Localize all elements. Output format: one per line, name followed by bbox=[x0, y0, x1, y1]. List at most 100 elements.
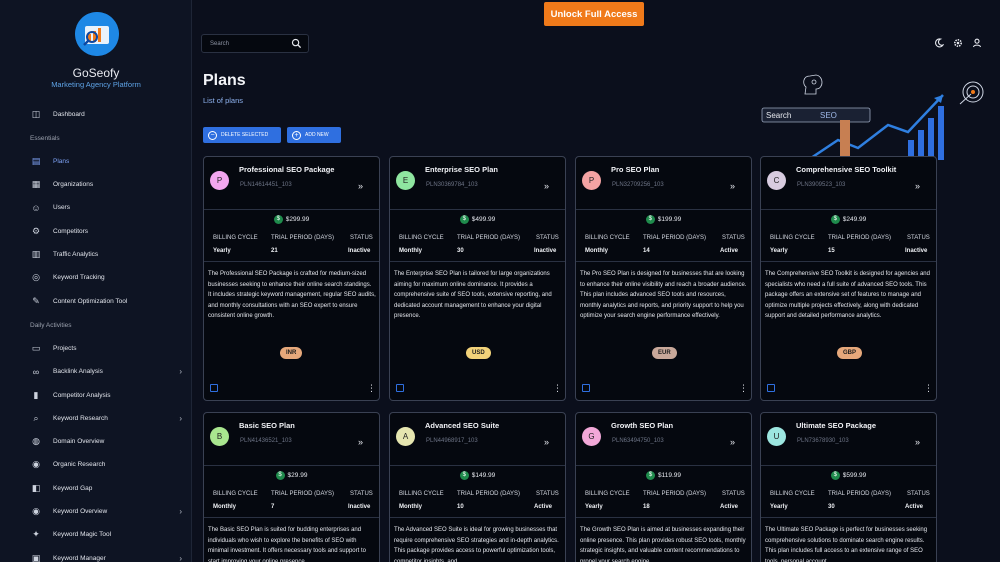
settings-icon[interactable] bbox=[952, 37, 964, 49]
chevron-right-icon[interactable]: › bbox=[179, 554, 182, 562]
status-label: STATUS bbox=[350, 491, 373, 497]
sidebar-item-keyword-magic-tool[interactable]: ✦ Keyword Magic Tool bbox=[30, 527, 190, 543]
sidebar-item-keyword-manager[interactable]: ▣ Keyword Manager › bbox=[30, 550, 190, 562]
more-options-icon[interactable]: ⋮ bbox=[367, 384, 376, 393]
sidebar-item-content-optimization-tool[interactable]: ✎ Content Optimization Tool bbox=[30, 293, 190, 309]
dollar-icon: $ bbox=[830, 471, 840, 480]
select-checkbox[interactable] bbox=[396, 384, 404, 392]
divider bbox=[576, 209, 751, 210]
expand-icon[interactable]: » bbox=[544, 181, 549, 191]
sidebar-item-keyword-gap[interactable]: ◧ Keyword Gap bbox=[30, 480, 190, 496]
illustration-search-text: Search bbox=[766, 111, 791, 120]
user-profile-icon[interactable] bbox=[971, 37, 983, 49]
expand-icon[interactable]: » bbox=[544, 437, 549, 447]
delete-selected-button[interactable]: − DELETE SELECTED bbox=[203, 127, 281, 143]
plan-card[interactable]: P Professional SEO Package PLN14614451_103… bbox=[203, 156, 380, 401]
sidebar-item-label: Competitors bbox=[53, 227, 89, 235]
tracking-icon: ◎ bbox=[32, 272, 40, 283]
plan-name: Professional SEO Package bbox=[239, 165, 335, 174]
sidebar-item-organizations[interactable]: ▦ Organizations bbox=[30, 177, 190, 193]
plan-name: Basic SEO Plan bbox=[239, 421, 295, 430]
gap-icon: ◧ bbox=[31, 482, 41, 493]
sidebar-item-organic-research[interactable]: ◉ Organic Research bbox=[30, 457, 190, 473]
plan-name: Comprehensive SEO Toolkit bbox=[796, 165, 897, 174]
sidebar-item-projects[interactable]: ▭ Projects bbox=[30, 340, 190, 356]
dollar-icon: $ bbox=[273, 215, 283, 224]
plan-name: Growth SEO Plan bbox=[611, 421, 674, 430]
sidebar-item-traffic-analytics[interactable]: ▥ Traffic Analytics bbox=[30, 247, 190, 263]
trial-period-label: TRIAL PERIOD (DAYS) bbox=[457, 235, 521, 241]
billing-cycle-label: BILLING CYCLE bbox=[213, 235, 258, 241]
select-checkbox[interactable] bbox=[767, 384, 775, 392]
plan-price-value: $499.99 bbox=[471, 216, 496, 224]
plan-code: PLN41436521_103 bbox=[240, 438, 292, 444]
unlock-full-access-button[interactable]: Unlock Full Access bbox=[544, 2, 644, 26]
sidebar-item-dashboard[interactable]: ◫ Dashboard bbox=[30, 106, 190, 122]
status-label: STATUS bbox=[907, 235, 930, 241]
sidebar-item-keyword-tracking[interactable]: ◎ Keyword Tracking bbox=[30, 270, 190, 286]
plan-card[interactable]: C Comprehensive SEO Toolkit PLN3909523_103… bbox=[760, 156, 937, 401]
status-value: Inactive bbox=[348, 248, 371, 254]
plan-avatar: P bbox=[582, 171, 601, 190]
chevron-right-icon[interactable]: › bbox=[179, 367, 182, 376]
dark-mode-icon[interactable] bbox=[933, 37, 945, 49]
billing-cycle-label: BILLING CYCLE bbox=[770, 491, 815, 497]
expand-icon[interactable]: » bbox=[915, 437, 920, 447]
plan-price-value: $119.99 bbox=[657, 472, 681, 480]
sidebar-item-keyword-overview[interactable]: ◉ Keyword Overview › bbox=[30, 504, 190, 520]
globe-icon: ◍ bbox=[32, 436, 40, 447]
brand-name: GoSeofy bbox=[72, 66, 120, 80]
more-options-icon[interactable]: ⋮ bbox=[739, 384, 748, 393]
plan-card[interactable]: A Advanced SEO Suite PLN44968917_103 » $ $149… bbox=[389, 412, 566, 562]
sidebar-item-plans[interactable]: ▤ Plans bbox=[30, 153, 190, 169]
expand-icon[interactable]: » bbox=[730, 181, 735, 191]
sidebar-item-keyword-research[interactable]: ⌕ Keyword Research › bbox=[30, 410, 190, 426]
sidebar-item-domain-overview[interactable]: ◍ Domain Overview bbox=[30, 434, 190, 450]
sidebar-item-users[interactable]: ☺ Users bbox=[30, 200, 190, 216]
expand-icon[interactable]: » bbox=[358, 181, 363, 191]
select-checkbox[interactable] bbox=[582, 384, 590, 392]
trial-period-value: 30 bbox=[457, 248, 464, 254]
search-input[interactable]: Search bbox=[201, 34, 309, 53]
chevron-right-icon[interactable]: › bbox=[179, 414, 182, 423]
search-icon: ⌕ bbox=[33, 412, 39, 423]
eye-icon: ◉ bbox=[32, 506, 40, 516]
plan-price: $ $149.99 bbox=[390, 471, 565, 480]
more-options-icon[interactable]: ⋮ bbox=[553, 384, 562, 393]
plan-price-value: $199.99 bbox=[657, 216, 682, 224]
trial-period-label: TRIAL PERIOD (DAYS) bbox=[271, 491, 335, 497]
search-icon[interactable] bbox=[291, 38, 302, 49]
trial-period-value: 30 bbox=[828, 504, 835, 510]
page-title: Plans bbox=[203, 72, 246, 89]
expand-icon[interactable]: » bbox=[358, 437, 363, 447]
sidebar-item-label: Plans bbox=[53, 157, 70, 165]
currency-badge: GBP bbox=[837, 347, 863, 359]
add-new-button[interactable]: + ADD NEW bbox=[287, 127, 341, 143]
billing-cycle-value: Yearly bbox=[585, 504, 603, 510]
plan-card[interactable]: G Growth SEO Plan PLN63494750_103 » $ $119.99… bbox=[575, 412, 752, 562]
plan-price: $ $249.99 bbox=[761, 215, 936, 224]
sidebar-item-competitors[interactable]: ⚙ Competitors bbox=[30, 223, 190, 239]
trial-period-value: 7 bbox=[271, 504, 275, 510]
select-checkbox[interactable] bbox=[210, 384, 218, 392]
plan-card[interactable]: B Basic SEO Plan PLN41436521_103 » $ $29.99 BI… bbox=[203, 412, 380, 562]
brand-logo[interactable] bbox=[75, 12, 119, 56]
sidebar-item-backlink-analysis[interactable]: ∞ Backlink Analysis › bbox=[30, 364, 190, 380]
plan-card[interactable]: U Ultimate SEO Package PLN73678930_103 » $ $5… bbox=[760, 412, 937, 562]
expand-icon[interactable]: » bbox=[915, 181, 920, 191]
status-label: STATUS bbox=[722, 235, 745, 241]
trial-period-value: 15 bbox=[828, 248, 835, 254]
plan-card[interactable]: P Pro SEO Plan PLN32709256_103 » $ $199.99 BIL… bbox=[575, 156, 752, 401]
divider bbox=[576, 517, 751, 518]
more-options-icon[interactable]: ⋮ bbox=[924, 384, 933, 393]
sidebar-item-competitor-analysis[interactable]: ▮ Competitor Analysis bbox=[30, 387, 190, 403]
chevron-right-icon[interactable]: › bbox=[179, 507, 182, 516]
sidebar-section-label: Daily Activities bbox=[30, 322, 72, 330]
plan-price: $ $599.99 bbox=[761, 471, 936, 480]
plan-price-value: $299.99 bbox=[285, 216, 310, 224]
status-label: STATUS bbox=[350, 235, 373, 241]
expand-icon[interactable]: » bbox=[730, 437, 735, 447]
divider bbox=[761, 261, 936, 262]
trial-period-label: TRIAL PERIOD (DAYS) bbox=[643, 491, 707, 497]
plan-card[interactable]: E Enterprise SEO Plan PLN30369784_103 » $ $49… bbox=[389, 156, 566, 401]
